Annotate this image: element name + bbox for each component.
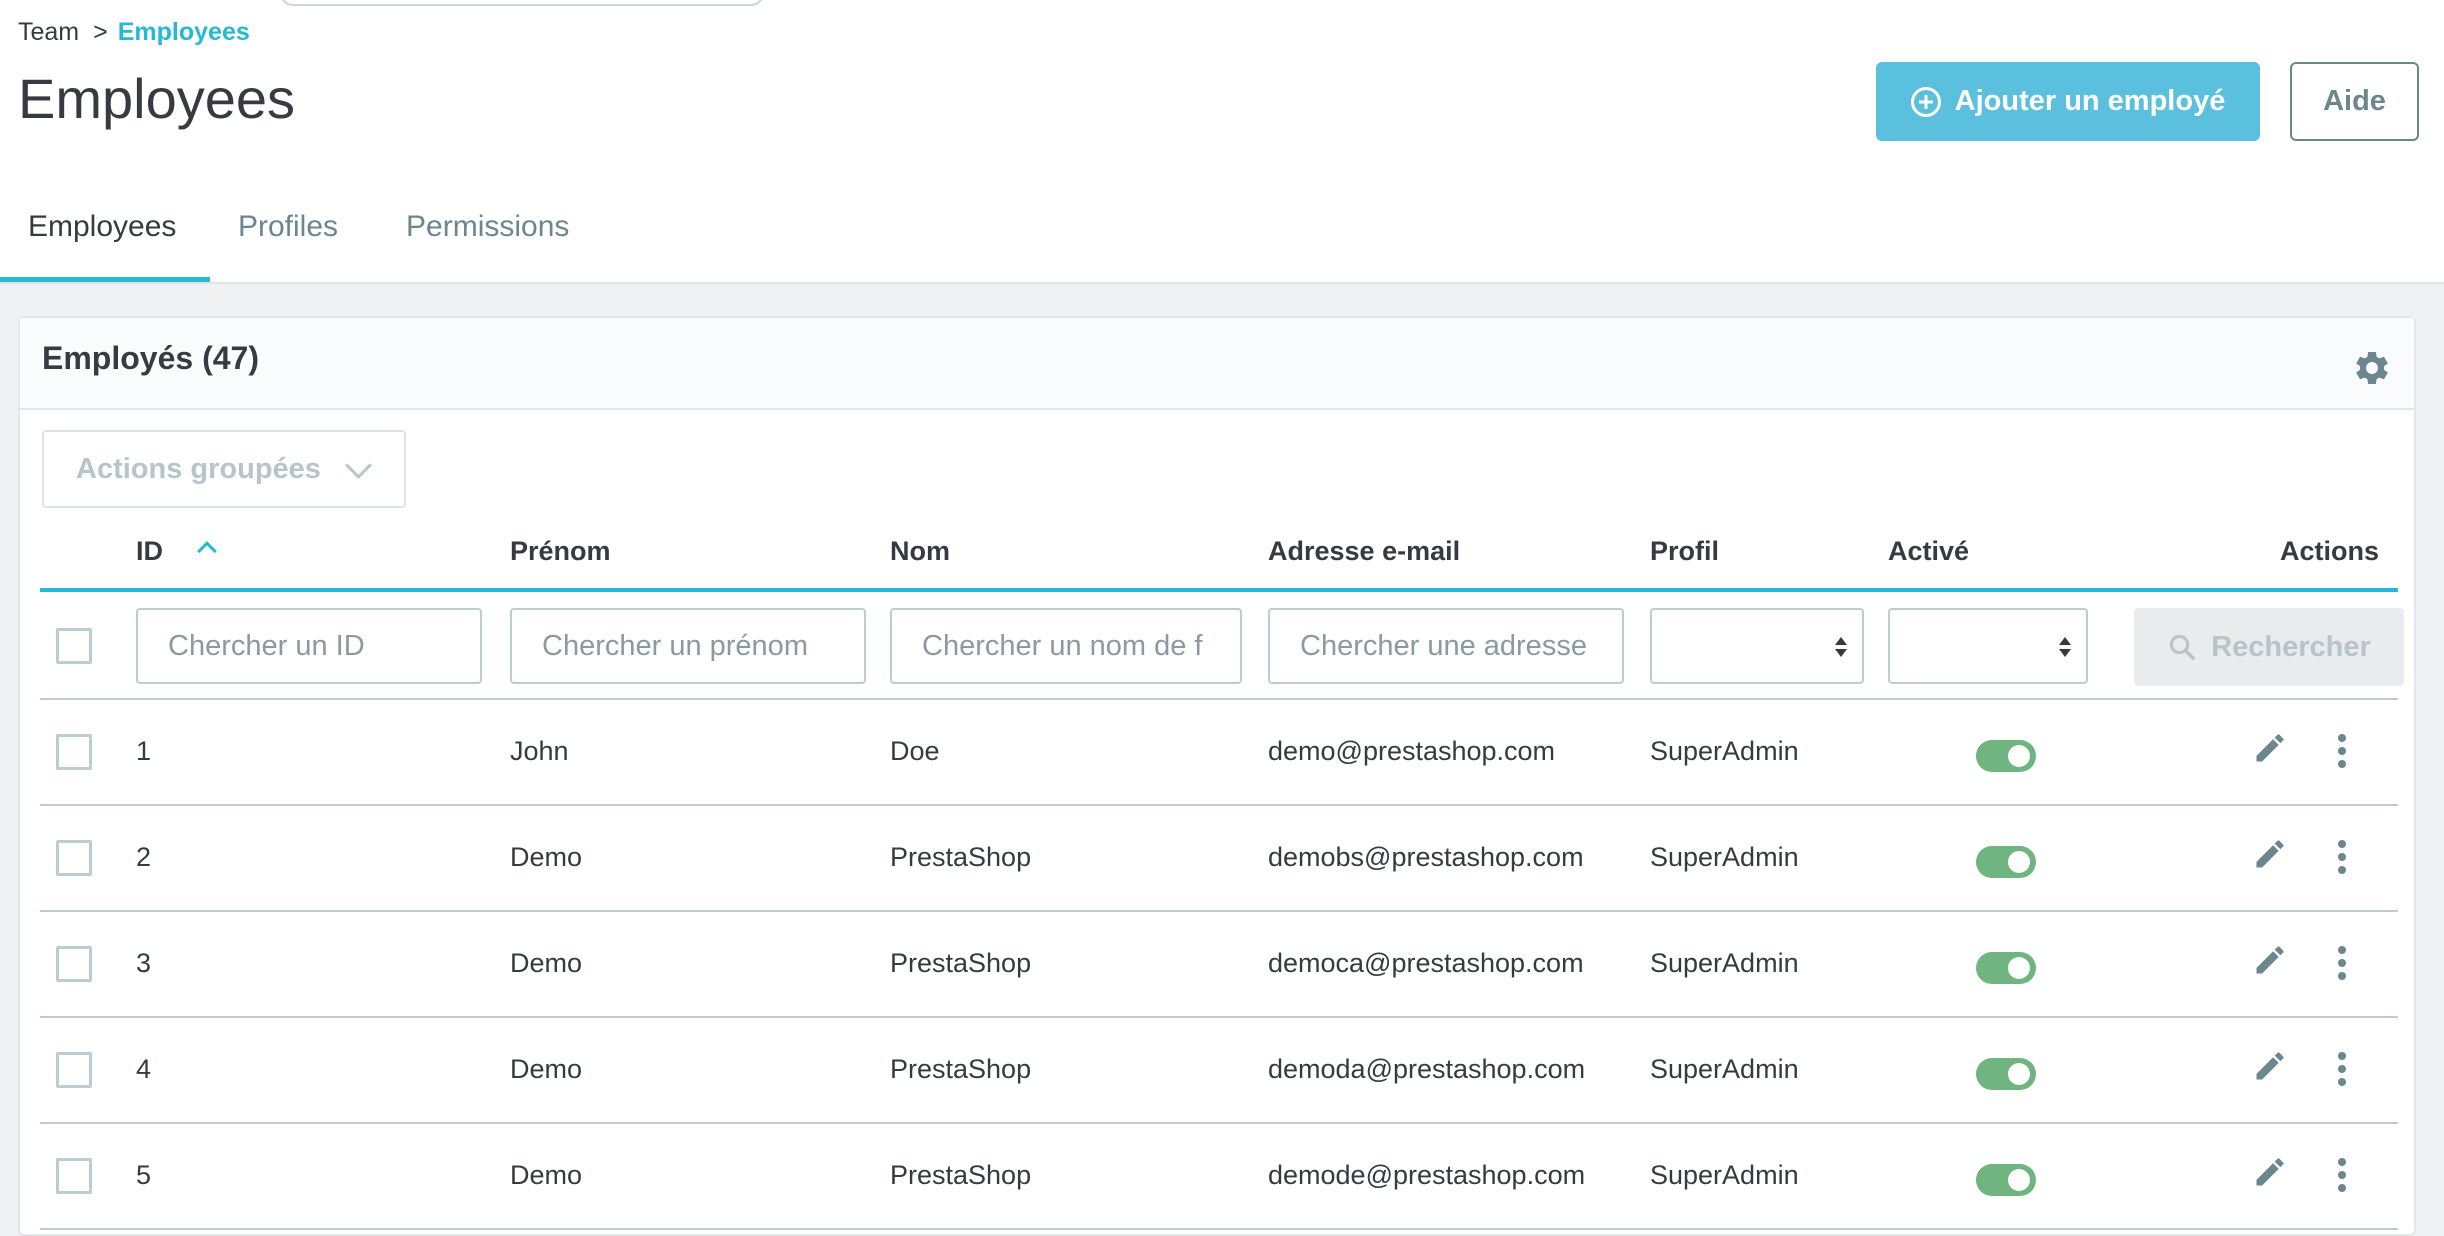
chevron-down-icon (345, 452, 372, 479)
tab-permissions-label: Permissions (406, 210, 570, 243)
cell-firstname: Demo (510, 948, 583, 978)
filter-email-input[interactable] (1268, 608, 1624, 684)
cell-profile: SuperAdmin (1650, 842, 1799, 872)
row-checkbox[interactable] (56, 840, 92, 876)
card-title: Employés (47) (42, 340, 259, 376)
cell-email: demo@prestashop.com (1268, 736, 1556, 766)
breadcrumb-separator: > (93, 18, 108, 46)
edit-pencil-icon[interactable] (2252, 730, 2288, 766)
column-header-active[interactable]: Activé (1888, 536, 1969, 567)
cell-profile: SuperAdmin (1650, 948, 1799, 978)
cell-firstname: Demo (510, 1160, 583, 1190)
cell-firstname: Demo (510, 1054, 583, 1084)
select-arrows-icon (2059, 637, 2071, 657)
add-employee-button-label: Ajouter un employé (1954, 85, 2226, 117)
tab-employees-label: Employees (28, 210, 177, 243)
row-checkbox[interactable] (56, 1158, 92, 1194)
row-checkbox[interactable] (56, 946, 92, 982)
active-toggle[interactable] (1976, 1058, 2036, 1090)
page-title: Employees (18, 67, 296, 130)
page-header: Team > Employees Employees Ajouter un empl… (0, 0, 2444, 174)
filter-row: Rechercher (40, 592, 2404, 700)
cell-email: democa@prestashop.com (1268, 948, 1584, 978)
more-vertical-icon[interactable] (2336, 1052, 2348, 1092)
table-row: 1 John Doe demo@prestashop.com SuperAdmi… (40, 700, 2398, 806)
column-header-email[interactable]: Adresse e-mail (1268, 536, 1460, 567)
cell-email: demobs@prestashop.com (1268, 842, 1584, 872)
cell-lastname: Doe (890, 736, 940, 766)
cell-id: 1 (136, 736, 152, 766)
table-header-row: ID Prénom Nom Adresse e-mail Profil Acti… (40, 518, 2398, 592)
add-employee-button[interactable]: Ajouter un employé (1876, 62, 2260, 141)
cell-profile: SuperAdmin (1650, 1054, 1799, 1084)
row-checkbox[interactable] (56, 1052, 92, 1088)
filter-profile-select[interactable] (1650, 608, 1864, 684)
employees-table: ID Prénom Nom Adresse e-mail Profil Acti… (40, 518, 2404, 1230)
active-toggle[interactable] (1976, 952, 2036, 984)
cell-email: demoda@prestashop.com (1268, 1054, 1586, 1084)
edit-pencil-icon[interactable] (2252, 1048, 2288, 1084)
active-toggle[interactable] (1976, 740, 2036, 772)
search-button-label: Rechercher (2211, 630, 2371, 663)
cell-profile: SuperAdmin (1650, 736, 1799, 766)
cell-lastname: PrestaShop (890, 842, 1032, 872)
tab-permissions[interactable]: Permissions (378, 172, 609, 282)
cell-lastname: PrestaShop (890, 1160, 1032, 1190)
edit-pencil-icon[interactable] (2252, 836, 2288, 872)
column-header-id[interactable]: ID (136, 536, 163, 567)
cell-profile: SuperAdmin (1650, 1160, 1799, 1190)
breadcrumb-parent[interactable]: Team (18, 18, 79, 46)
column-header-profile[interactable]: Profil (1650, 536, 1719, 567)
more-vertical-icon[interactable] (2336, 734, 2348, 774)
sort-ascending-icon[interactable] (197, 541, 217, 561)
help-button-label: Aide (2323, 85, 2386, 117)
tab-profiles[interactable]: Profiles (210, 172, 378, 282)
more-vertical-icon[interactable] (2336, 946, 2348, 986)
column-header-lastname[interactable]: Nom (890, 536, 950, 567)
filter-active-select[interactable] (1888, 608, 2088, 684)
active-toggle[interactable] (1976, 1164, 2036, 1196)
active-toggle[interactable] (1976, 846, 2036, 878)
more-vertical-icon[interactable] (2336, 840, 2348, 880)
search-icon (2170, 634, 2196, 660)
bulk-actions-dropdown[interactable]: Actions groupées (42, 430, 406, 508)
select-all-checkbox[interactable] (56, 628, 92, 664)
cell-id: 5 (136, 1160, 152, 1190)
top-search-field-edge[interactable] (280, 0, 764, 6)
help-button[interactable]: Aide (2290, 62, 2419, 141)
search-button[interactable]: Rechercher (2134, 608, 2404, 686)
cell-id: 2 (136, 842, 152, 872)
cell-firstname: Demo (510, 842, 583, 872)
breadcrumb-current[interactable]: Employees (118, 18, 250, 46)
bulk-actions-label: Actions groupées (76, 452, 321, 485)
tab-employees[interactable]: Employees (0, 172, 210, 282)
select-arrows-icon (1835, 637, 1847, 657)
tab-profiles-label: Profiles (238, 210, 339, 243)
table-row: 3 Demo PrestaShop democa@prestashop.com … (40, 912, 2398, 1018)
cell-id: 4 (136, 1054, 152, 1084)
column-header-firstname[interactable]: Prénom (510, 536, 611, 567)
filter-id-input[interactable] (136, 608, 482, 684)
cell-lastname: PrestaShop (890, 948, 1032, 978)
cell-email: demode@prestashop.com (1268, 1160, 1586, 1190)
cell-id: 3 (136, 948, 152, 978)
filter-lastname-input[interactable] (890, 608, 1242, 684)
table-row: 5 Demo PrestaShop demode@prestashop.com … (40, 1124, 2398, 1230)
row-checkbox[interactable] (56, 734, 92, 770)
filter-firstname-input[interactable] (510, 608, 866, 684)
tab-bar: Employees Profiles Permissions (0, 172, 2444, 284)
gear-icon[interactable] (2352, 348, 2392, 388)
more-vertical-icon[interactable] (2336, 1158, 2348, 1198)
employees-card: Employés (47) Actions groupées ID Prénom… (18, 316, 2416, 1236)
card-header: Employés (47) (20, 318, 2414, 410)
table-row: 4 Demo PrestaShop demoda@prestashop.com … (40, 1018, 2398, 1124)
edit-pencil-icon[interactable] (2252, 942, 2288, 978)
edit-pencil-icon[interactable] (2252, 1154, 2288, 1190)
add-circle-icon (1910, 86, 1941, 117)
table-row: 2 Demo PrestaShop demobs@prestashop.com … (40, 806, 2398, 912)
cell-lastname: PrestaShop (890, 1054, 1032, 1084)
column-header-actions: Actions (2280, 536, 2380, 566)
breadcrumb: Team > Employees (18, 16, 250, 48)
cell-firstname: John (510, 736, 569, 766)
